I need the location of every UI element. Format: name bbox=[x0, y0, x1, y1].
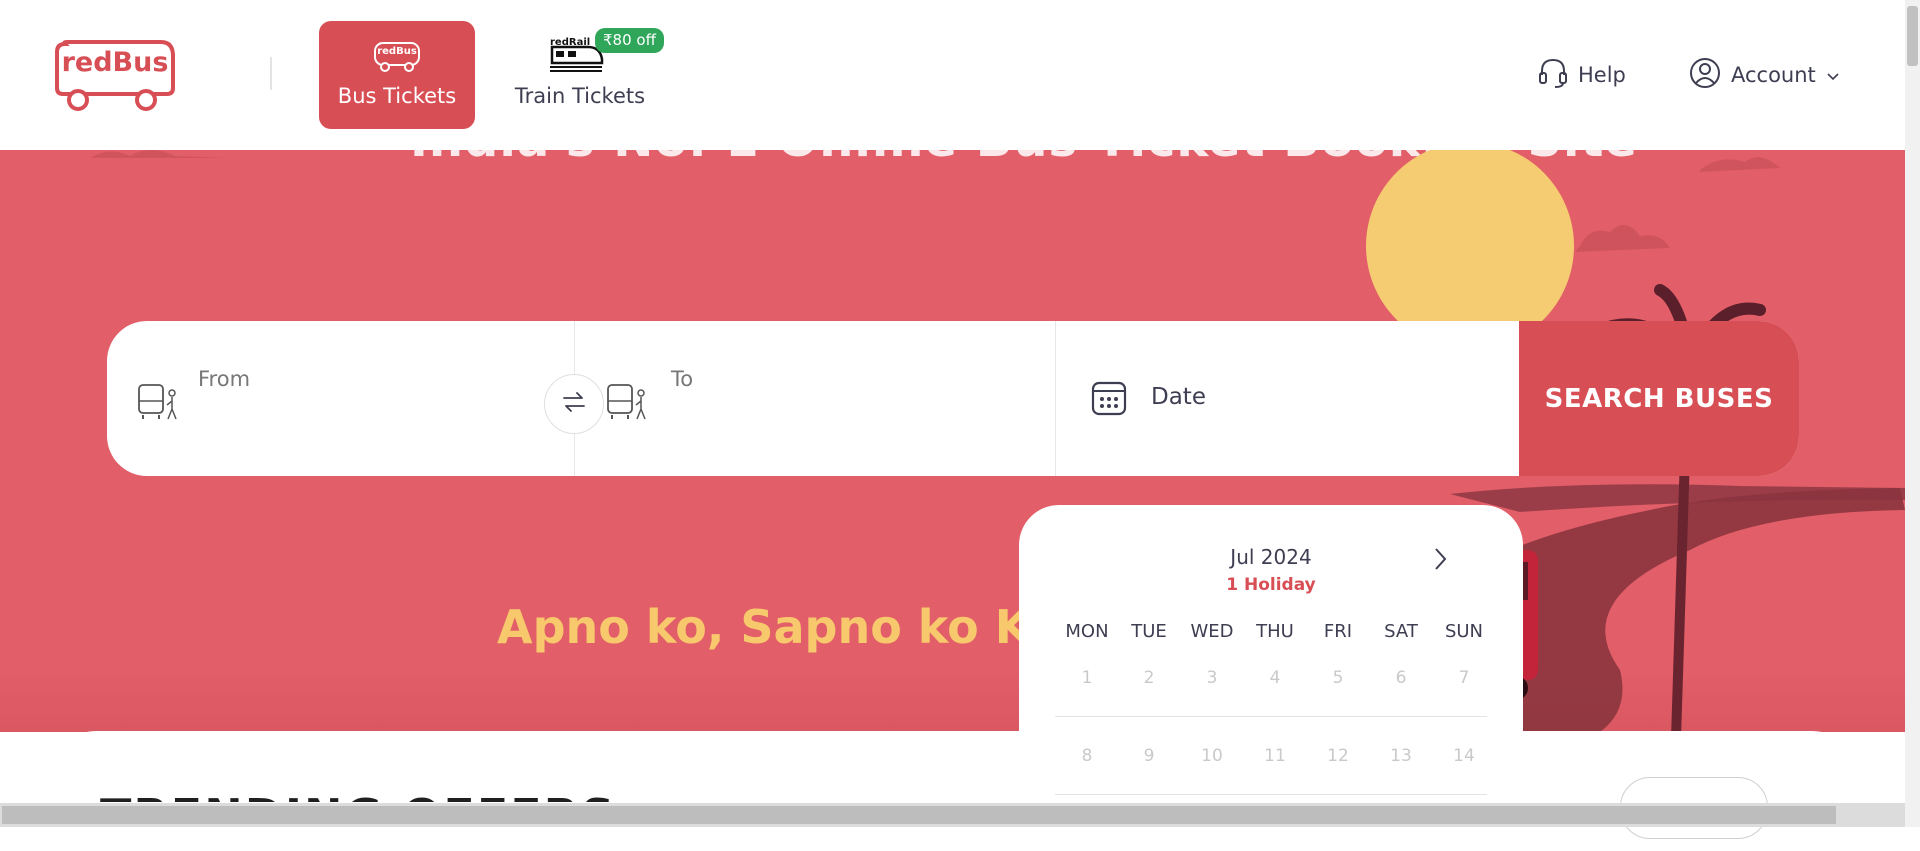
bus-icon-text: redBus bbox=[377, 46, 417, 57]
weekday-label: WED bbox=[1190, 621, 1234, 642]
calendar-day: 11 bbox=[1264, 746, 1286, 766]
to-field[interactable]: To bbox=[575, 321, 1055, 476]
swap-arrows-icon bbox=[561, 389, 587, 419]
logo-text: redBus bbox=[61, 47, 169, 78]
vertical-scrollbar[interactable] bbox=[1905, 0, 1920, 827]
user-icon bbox=[1689, 57, 1721, 94]
weekday-label: FRI bbox=[1323, 621, 1353, 642]
header-divider bbox=[270, 57, 272, 90]
calendar-day: 9 bbox=[1143, 746, 1155, 766]
train-offer-badge: ₹80 off bbox=[595, 28, 664, 53]
calendar-icon bbox=[1091, 380, 1127, 420]
account-menu[interactable]: Account bbox=[1689, 57, 1840, 93]
top-header: redBus redBus Bus Tickets redRail Train … bbox=[0, 0, 1905, 150]
calendar-day: 12 bbox=[1327, 746, 1349, 766]
calendar-day: 10 bbox=[1201, 746, 1223, 766]
calendar-row-divider bbox=[1055, 716, 1487, 717]
weekday-label: THU bbox=[1256, 621, 1294, 642]
trending-offers-title: TRENDING OFFERS bbox=[100, 786, 616, 802]
horizontal-scroll-thumb[interactable] bbox=[2, 806, 1836, 824]
train-icon-text: redRail bbox=[550, 37, 591, 48]
calendar-day: 2 bbox=[1143, 668, 1155, 688]
vertical-scroll-thumb[interactable] bbox=[1907, 6, 1918, 66]
chevron-down-icon bbox=[1826, 63, 1840, 87]
help-label: Help bbox=[1578, 63, 1626, 87]
help-link[interactable]: Help bbox=[1538, 57, 1626, 93]
bus-stop-icon bbox=[137, 381, 179, 425]
calendar-day: 5 bbox=[1332, 668, 1344, 688]
bus-stop-icon bbox=[606, 381, 648, 425]
search-buses-button[interactable]: SEARCH BUSES bbox=[1519, 321, 1799, 476]
calendar-holiday-count: 1 Holiday bbox=[1226, 575, 1316, 595]
weekday-label: TUE bbox=[1131, 621, 1167, 642]
date-field[interactable]: Date bbox=[1056, 321, 1519, 476]
date-placeholder: Date bbox=[1151, 384, 1206, 410]
from-placeholder: From bbox=[198, 367, 251, 391]
from-field[interactable]: From bbox=[107, 321, 573, 476]
swap-locations-button[interactable] bbox=[544, 374, 604, 434]
bus-icon: redBus bbox=[373, 41, 421, 77]
calendar-day: 3 bbox=[1206, 668, 1218, 688]
date-picker-calendar: Jul 2024 1 Holiday MON TUE WED THU FRI S… bbox=[1019, 505, 1523, 827]
calendar-day: 4 bbox=[1269, 668, 1281, 688]
calendar-row-divider bbox=[1055, 794, 1487, 795]
weekday-label: MON bbox=[1065, 621, 1109, 642]
weekday-label: SUN bbox=[1444, 621, 1484, 642]
tab-bus-label: Bus Tickets bbox=[337, 84, 457, 108]
redbus-logo[interactable]: redBus bbox=[53, 38, 176, 113]
headset-icon bbox=[1538, 57, 1568, 94]
calendar-day: 8 bbox=[1081, 746, 1093, 766]
calendar-day: 1 bbox=[1081, 668, 1093, 688]
tab-bus-tickets[interactable]: redBus Bus Tickets bbox=[319, 21, 475, 129]
weekday-label: SAT bbox=[1384, 621, 1418, 642]
calendar-day: 13 bbox=[1390, 746, 1412, 766]
account-label: Account bbox=[1731, 63, 1816, 87]
calendar-day: 7 bbox=[1458, 668, 1470, 688]
tab-train-label: Train Tickets bbox=[514, 84, 646, 108]
calendar-day: 14 bbox=[1453, 746, 1475, 766]
chevron-right-icon[interactable] bbox=[1430, 545, 1450, 577]
to-placeholder: To bbox=[671, 367, 694, 391]
calendar-day: 6 bbox=[1395, 668, 1407, 688]
